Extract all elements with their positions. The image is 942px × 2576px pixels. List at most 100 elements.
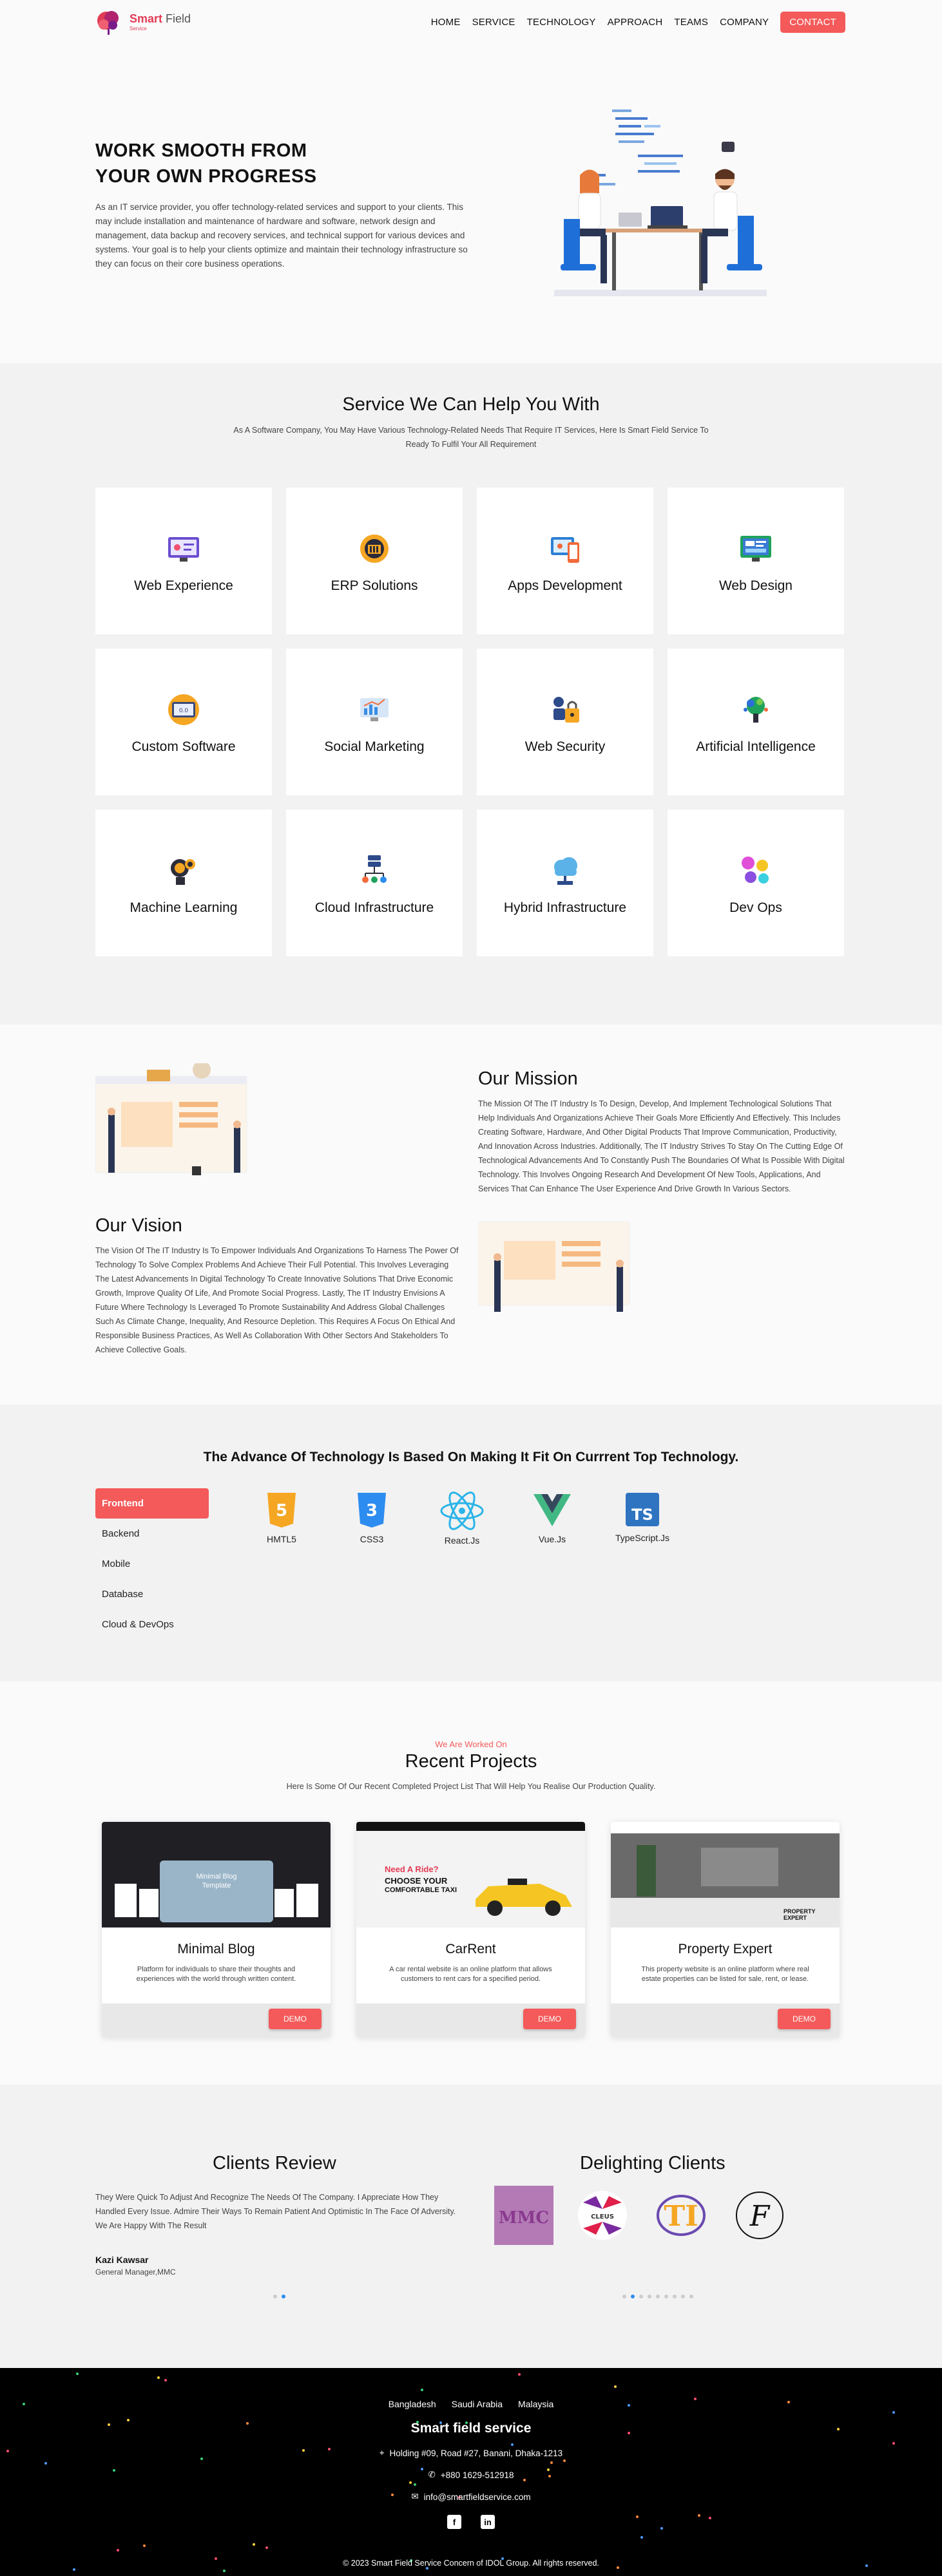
- services-title: Service We Can Help You With: [342, 394, 600, 415]
- sparkle-dot: [421, 2389, 423, 2391]
- apps-icon: [544, 528, 586, 569]
- typescript-icon: TS: [626, 1493, 659, 1526]
- ti-logo-text: TI: [664, 2200, 698, 2233]
- service-card-hybrid-infrastructure[interactable]: Hybrid Infrastructure: [477, 810, 653, 956]
- mission-vision-section: Our Mission The Mission Of The IT Indust…: [0, 1025, 942, 1405]
- vision-text: The Vision Of The IT Industry Is To Empo…: [95, 1246, 459, 1354]
- tech-item-css3: 3 CSS3: [338, 1492, 405, 1546]
- logo[interactable]: Smart Field Service: [93, 6, 191, 37]
- clients-title: Delighting Clients: [580, 2153, 726, 2174]
- tab-cloud-devops[interactable]: Cloud & DevOps: [95, 1609, 209, 1640]
- sparkle-dot: [76, 2372, 79, 2375]
- service-card-erp[interactable]: ERP Solutions: [286, 488, 463, 634]
- facebook-icon[interactable]: f: [447, 2515, 461, 2529]
- nav-technology[interactable]: TECHNOLOGY: [527, 17, 596, 28]
- project-screenshot: Minimal Blog Template: [102, 1822, 331, 1927]
- pager-dot[interactable]: [639, 2295, 643, 2298]
- sparkle-dot: [550, 2461, 553, 2464]
- vision-title: Our Vision: [95, 1215, 182, 1236]
- mmc-logo-text: MMC: [499, 2208, 549, 2228]
- car-ad-line1: Need A Ride?: [385, 1864, 439, 1874]
- demo-button[interactable]: DEMO: [269, 2009, 322, 2029]
- linkedin-icon[interactable]: in: [481, 2515, 495, 2529]
- client-logo-f[interactable]: F: [727, 2183, 792, 2248]
- footer-email[interactable]: info@smartfieldservice.com: [424, 2492, 531, 2502]
- tech-label: React.Js: [444, 1535, 480, 1546]
- sparkle-dot: [614, 2385, 617, 2388]
- reviewer-name: Kazi Kawsar: [95, 2255, 149, 2265]
- project-card-property-expert: PROPERTY EXPERT Property Expert This pro…: [611, 1822, 840, 2037]
- nav-company[interactable]: COMPANY: [720, 17, 769, 28]
- sparkle-dot: [157, 2376, 160, 2379]
- logo-text: Smart Field Service: [130, 13, 191, 32]
- pager-dot[interactable]: [622, 2295, 626, 2298]
- tab-frontend[interactable]: Frontend: [95, 1488, 209, 1519]
- service-card-custom-software[interactable]: 0.0 Custom Software: [95, 649, 272, 795]
- tab-mobile[interactable]: Mobile: [95, 1549, 209, 1579]
- footer-email-row: ✉ info@smartfieldservice.com: [0, 2492, 942, 2502]
- web-security-icon: [544, 689, 586, 730]
- pager-dot[interactable]: [648, 2295, 651, 2298]
- nav-home[interactable]: HOME: [431, 17, 461, 28]
- service-label: Web Security: [524, 739, 606, 754]
- tech-item-typescript: TS TypeScript.Js: [609, 1492, 676, 1546]
- service-card-devops[interactable]: Dev Ops: [668, 810, 844, 956]
- demo-button[interactable]: DEMO: [778, 2009, 831, 2029]
- tech-item-vue: Vue.Js: [519, 1492, 586, 1546]
- service-card-social-marketing[interactable]: Social Marketing: [286, 649, 463, 795]
- project-desc: Platform for individuals to share their …: [136, 1965, 296, 1983]
- service-label: Apps Development: [508, 578, 622, 593]
- client-logo-mmc[interactable]: MMC: [492, 2183, 556, 2248]
- country-malaysia[interactable]: Malaysia: [518, 2399, 553, 2409]
- footer-phone[interactable]: +880 1629-512918: [441, 2470, 514, 2480]
- project-screenshot: PROPERTY EXPERT: [611, 1822, 840, 1927]
- nav-teams[interactable]: TEAMS: [674, 17, 708, 28]
- logo-tag: Service: [130, 25, 147, 32]
- service-card-cloud-infrastructure[interactable]: Cloud Infrastructure: [286, 810, 463, 956]
- service-card-web-design[interactable]: Web Design: [668, 488, 844, 634]
- nav-service[interactable]: SERVICE: [472, 17, 515, 28]
- hero-title-line1: WORK SMOOTH FROM: [95, 140, 307, 161]
- pager-dot[interactable]: [673, 2295, 677, 2298]
- review-pager: [273, 2295, 285, 2298]
- minimal-blog-badge: Minimal Blog Template: [196, 1873, 237, 1889]
- contact-button[interactable]: CONTACT: [780, 11, 845, 33]
- pager-dot[interactable]: [664, 2295, 668, 2298]
- service-label: Hybrid Infrastructure: [503, 900, 627, 915]
- projects-title: Recent Projects: [405, 1751, 537, 1772]
- footer-phone-row: ✆ +880 1629-512918: [0, 2470, 942, 2480]
- country-saudi-arabia[interactable]: Saudi Arabia: [452, 2399, 503, 2409]
- project-title: CarRent: [445, 1942, 496, 1956]
- service-label: Artificial Intelligence: [696, 739, 816, 754]
- pager-dot[interactable]: [273, 2295, 277, 2298]
- technology-tabs: Frontend Backend Mobile Database Cloud &…: [95, 1488, 209, 1640]
- footer-countries: Bangladesh Saudi Arabia Malaysia: [0, 2399, 942, 2409]
- review-text: They Were Quick To Adjust And Recognize …: [95, 2193, 456, 2230]
- service-label: Web Design: [718, 578, 793, 593]
- footer: Bangladesh Saudi Arabia Malaysia Smart f…: [0, 2368, 942, 2576]
- ai-icon: [735, 689, 776, 730]
- tab-database[interactable]: Database: [95, 1579, 209, 1609]
- country-bangladesh[interactable]: Bangladesh: [389, 2399, 436, 2409]
- services-section: Service We Can Help You With As A Softwa…: [0, 363, 942, 1025]
- service-card-ai[interactable]: Artificial Intelligence: [668, 649, 844, 795]
- demo-button[interactable]: DEMO: [523, 2009, 576, 2029]
- client-logo-cleus[interactable]: CLEUS: [570, 2183, 635, 2248]
- service-card-web-experience[interactable]: Web Experience: [95, 488, 272, 634]
- project-desc: A car rental website is an online platfo…: [389, 1965, 552, 1983]
- tab-backend[interactable]: Backend: [95, 1519, 209, 1549]
- copyright: © 2023 Smart Field Service Concern of ID…: [343, 2559, 599, 2568]
- pager-dot[interactable]: [689, 2295, 693, 2298]
- pager-dot-active[interactable]: [282, 2295, 285, 2298]
- car-ad-line3: COMFORTABLE TAXI: [385, 1886, 457, 1894]
- nav-approach[interactable]: APPROACH: [608, 17, 663, 28]
- pager-dot[interactable]: [656, 2295, 660, 2298]
- service-card-web-security[interactable]: Web Security: [477, 649, 653, 795]
- tech-item-react: React.Js: [428, 1492, 495, 1546]
- main-menu: HOME SERVICE TECHNOLOGY APPROACH TEAMS C…: [431, 11, 845, 33]
- pager-dot-active[interactable]: [631, 2295, 635, 2298]
- service-card-machine-learning[interactable]: Machine Learning: [95, 810, 272, 956]
- pager-dot[interactable]: [681, 2295, 685, 2298]
- service-card-apps[interactable]: Apps Development: [477, 488, 653, 634]
- client-logo-ti[interactable]: TI: [649, 2183, 713, 2248]
